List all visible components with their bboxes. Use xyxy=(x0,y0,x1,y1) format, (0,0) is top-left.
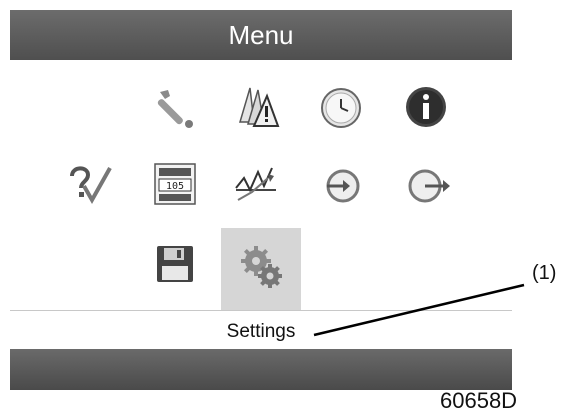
callout-label: (1) xyxy=(532,262,557,284)
menu-title: Menu xyxy=(228,20,294,50)
clock-icon[interactable] xyxy=(317,84,365,132)
selected-item-label: Settings xyxy=(226,321,296,342)
save-disk-icon[interactable] xyxy=(151,240,199,288)
display-screen: Menu 105 Settings xyxy=(10,10,512,390)
menu-header: Menu xyxy=(10,10,512,60)
circle-arrow-out-icon[interactable] xyxy=(403,162,451,210)
circle-arrow-in-icon[interactable] xyxy=(319,162,367,210)
svg-text:105: 105 xyxy=(166,181,184,192)
figure-id: 60658D xyxy=(440,388,518,413)
counter-icon[interactable]: 105 xyxy=(151,160,199,208)
menu-footer xyxy=(10,349,512,390)
info-icon[interactable] xyxy=(402,83,450,131)
trend-graph-icon[interactable] xyxy=(232,160,280,208)
warning-triangles-icon[interactable] xyxy=(232,82,280,130)
wrench-icon[interactable] xyxy=(151,84,199,132)
status-divider xyxy=(10,310,512,311)
settings-gears-icon[interactable] xyxy=(237,243,285,291)
help-check-icon[interactable] xyxy=(66,160,114,208)
